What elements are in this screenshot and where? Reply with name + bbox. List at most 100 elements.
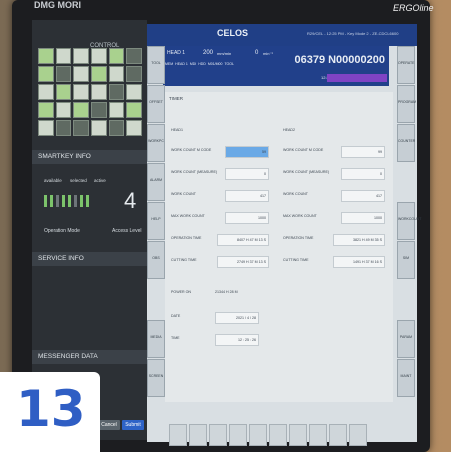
app-icon[interactable]	[108, 66, 125, 82]
submit-button[interactable]: Submit	[122, 420, 144, 430]
app-icon[interactable]	[73, 48, 89, 64]
function-key[interactable]	[309, 424, 327, 446]
mode-tab[interactable]: TOOL	[224, 62, 233, 66]
column-head1: HEAD1	[171, 128, 183, 132]
app-icon[interactable]	[126, 84, 142, 100]
app-icon[interactable]	[38, 102, 54, 118]
app-icon[interactable]	[108, 102, 125, 118]
field-label: CUTTING TIME	[171, 258, 197, 262]
head-label: HEAD 1	[167, 50, 186, 56]
work-count-measure-field[interactable]: 0	[225, 168, 269, 180]
app-icon[interactable]	[55, 48, 72, 64]
app-icon[interactable]	[38, 84, 54, 100]
app-icon[interactable]	[91, 66, 107, 82]
function-key[interactable]	[349, 424, 367, 446]
work-count-mcode-field-2[interactable]: 99	[341, 146, 385, 158]
section-title: TIMER	[169, 96, 183, 101]
app-icon[interactable]	[108, 48, 125, 64]
max-work-count-field[interactable]: 1000	[225, 212, 269, 224]
app-icon[interactable]	[108, 84, 125, 100]
side-button-media[interactable]: MEDIA	[147, 320, 165, 358]
app-icon[interactable]	[126, 66, 142, 82]
app-icon[interactable]	[126, 48, 142, 64]
mode-tab[interactable]: HEAD 1	[175, 62, 188, 66]
operation-time-field-2[interactable]: 3821 H 49 M 35 S	[333, 234, 385, 246]
field-label: MAX WORK COUNT	[171, 214, 205, 218]
side-button-program[interactable]: PROGRAM	[397, 85, 416, 123]
function-key[interactable]	[209, 424, 227, 446]
work-count-measure-field-2[interactable]: 0	[341, 168, 385, 180]
function-key[interactable]	[229, 424, 247, 446]
app-icon[interactable]	[108, 120, 125, 136]
smartkey-bar	[86, 195, 89, 207]
mode-tab[interactable]: MEM	[165, 62, 173, 66]
function-key[interactable]	[169, 424, 187, 446]
side-button-param[interactable]: PARAM	[397, 320, 415, 358]
cutting-time-field[interactable]: 2749 H 37 M 13 S	[217, 256, 269, 268]
side-button-workpc[interactable]: WORKPC	[147, 124, 165, 162]
field-label: WORK COUNT M CODE	[171, 148, 212, 152]
cutting-time-field-2[interactable]: 1491 H 37 M 16 S	[333, 256, 385, 268]
app-icon[interactable]	[91, 102, 107, 118]
work-count-field[interactable]: 417	[225, 190, 269, 202]
side-button-workcount[interactable]: WORKCOUNT	[397, 202, 421, 240]
function-key[interactable]	[269, 424, 287, 446]
app-icon[interactable]	[73, 66, 89, 82]
app-icon[interactable]	[55, 120, 72, 136]
function-key[interactable]	[329, 424, 347, 446]
smartkey-bar	[68, 195, 71, 207]
app-icon[interactable]	[38, 48, 54, 64]
side-button-help[interactable]: HELP	[147, 202, 165, 240]
max-work-count-field-2[interactable]: 1000	[341, 212, 385, 224]
side-button-obs[interactable]: OBS	[147, 241, 165, 279]
side-button-alarm[interactable]: ALARM	[147, 163, 165, 201]
app-icon[interactable]	[91, 48, 107, 64]
field-label: WORK COUNT (MEASURE)	[171, 170, 218, 174]
mode-tab[interactable]: M01/M00	[208, 62, 223, 66]
date-field[interactable]: 2021 / 4 / 28	[215, 312, 259, 324]
ergo-logo: ERGOline	[393, 3, 434, 13]
side-button-tool[interactable]: TOOL	[147, 46, 165, 84]
brand-logo: DMG MORI	[34, 0, 81, 10]
app-icon[interactable]	[91, 120, 107, 136]
side-button-sim[interactable]: SIM	[397, 241, 415, 279]
app-icon[interactable]	[126, 102, 142, 118]
cancel-button[interactable]: Cancel	[98, 420, 120, 430]
work-count-field-2[interactable]: 417	[341, 190, 385, 202]
field-label: MAX WORK COUNT	[283, 214, 317, 218]
app-icon[interactable]	[91, 84, 107, 100]
side-button-maint[interactable]: MAINT	[397, 359, 415, 397]
app-icon[interactable]	[126, 120, 142, 136]
app-icon[interactable]	[73, 120, 89, 136]
timer-content: TIMER HEAD1 HEAD2 WORK COUNT M CODE 59 W…	[165, 92, 393, 402]
app-icon[interactable]	[38, 120, 54, 136]
time-field[interactable]: 12 : 25 : 26	[215, 334, 259, 346]
smartkey-bars	[44, 195, 89, 207]
side-button-operate[interactable]: OPERATE	[397, 46, 415, 84]
top-bar: CELOS R29/CEL - 12:25 PM - Key Mode 2 - …	[147, 24, 417, 46]
smartkey-bar	[50, 195, 53, 207]
access-level-label: Access Level	[112, 228, 142, 234]
field-label: WORK COUNT (MEASURE)	[283, 170, 330, 174]
field-label: WORK COUNT M CODE	[283, 148, 324, 152]
side-button-screen[interactable]: SCREEN	[147, 359, 165, 397]
mode-tab[interactable]: HDD	[198, 62, 206, 66]
function-key[interactable]	[189, 424, 207, 446]
mode-tabs: MEM HEAD 1 MDI HDD M01/M00 TOOL	[165, 62, 234, 66]
work-count-mcode-field[interactable]: 59	[225, 146, 269, 158]
function-key[interactable]	[289, 424, 307, 446]
power-on-value: 21344 H 28 M	[215, 290, 238, 294]
operation-time-field[interactable]: 8407 H 47 M 13 S	[217, 234, 269, 246]
app-icon[interactable]	[73, 102, 89, 118]
app-icon[interactable]	[55, 84, 72, 100]
app-icon[interactable]	[73, 84, 89, 100]
smartkey-active: active	[94, 178, 106, 183]
mode-tab[interactable]: MDI	[190, 62, 196, 66]
app-icon[interactable]	[55, 102, 72, 118]
function-key[interactable]	[249, 424, 267, 446]
app-icon[interactable]	[55, 66, 72, 82]
side-button-offset[interactable]: OFFSET	[147, 85, 165, 123]
column-head2: HEAD2	[283, 128, 295, 132]
side-button-counter[interactable]: COUNTER	[397, 124, 415, 162]
app-icon[interactable]	[38, 66, 54, 82]
